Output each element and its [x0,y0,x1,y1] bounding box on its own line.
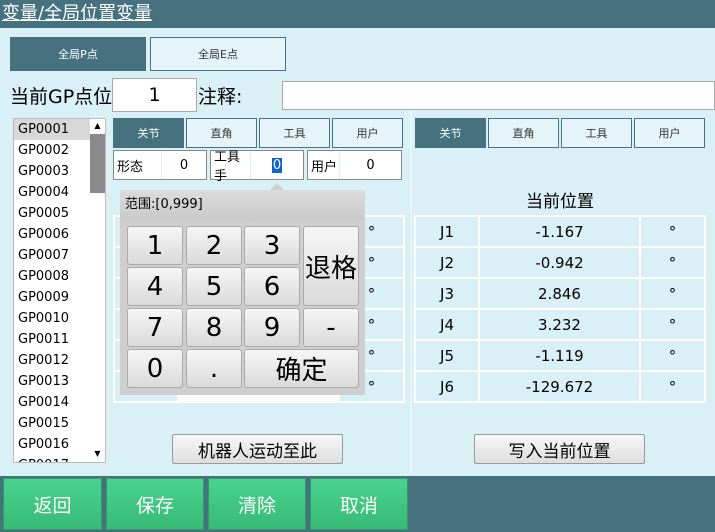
joint-label: J1 [414,215,480,248]
list-item[interactable]: GP0006 [14,224,90,245]
keypad-pointer [270,183,284,190]
numeric-keypad: 范围:[0,999] 1 2 3 4 5 6 7 8 9 0. 确定 退格 - [120,190,365,395]
joint-value: 2.846 [478,277,641,310]
list-item[interactable]: GP0011 [14,329,90,350]
tab-global-e[interactable]: 全局E点 [150,37,286,71]
unit: ° [639,277,706,310]
user-field[interactable]: 用户 0 [307,150,402,180]
clear-button[interactable]: 清除 [208,478,306,530]
tool-value[interactable]: 0 [251,151,303,179]
save-button[interactable]: 保存 [106,478,204,530]
key-confirm[interactable]: 确定 [244,349,359,388]
list-item[interactable]: GP0003 [14,161,90,182]
table-row: J3 2.846 ° [414,277,706,310]
point-label: 当前GP点位 [10,86,113,108]
key-7[interactable]: 7 [127,308,183,347]
key-9[interactable]: 9 [244,308,300,347]
tool-field[interactable]: 工具手 0 [210,150,304,184]
unit: ° [639,339,706,372]
form-label: 形态 [114,151,162,179]
user-value[interactable]: 0 [340,151,401,179]
key-8[interactable]: 8 [186,308,242,347]
list-item[interactable]: GP0002 [14,140,90,161]
right-tabs-2[interactable]: 工具 [561,118,632,148]
move-robot-here-button[interactable]: 机器人运动至此 [172,434,343,464]
list-item[interactable]: GP0014 [14,392,90,413]
current-position-table: J1 -1.167 ° J2 -0.942 ° J3 2.846 ° J4 3.232 ° J5 -1.1… [414,215,706,403]
joint-label: J4 [414,308,480,341]
joint-value: -1.119 [478,339,641,372]
joint-value: 3.232 [478,308,641,341]
key-minus[interactable]: - [303,308,359,347]
table-row: J4 3.232 ° [414,308,706,341]
user-label: 用户 [308,151,340,179]
key-4[interactable]: 4 [127,267,183,306]
scroll-up-icon[interactable]: ▲ [90,119,105,133]
list-item[interactable]: GP0005 [14,203,90,224]
right-tabs-0[interactable]: 关节 [415,118,486,148]
joint-value: -0.942 [478,246,641,279]
table-row: J5 -1.119 ° [414,339,706,372]
key-1[interactable]: 1 [127,226,183,265]
joint-label: J2 [414,246,480,279]
left-tabs-0[interactable]: 关节 [113,118,184,148]
window-title: 变量/全局位置变量 [0,0,715,28]
joint-label: J3 [414,277,480,310]
table-row: J6 -129.672 ° [414,370,706,403]
left-tabs-1[interactable]: 直角 [186,118,257,148]
cancel-button[interactable]: 取消 [310,478,408,530]
list-item[interactable]: GP0004 [14,182,90,203]
point-number-input[interactable]: 1 [112,78,197,112]
list-scrollbar[interactable]: ▲ ▼ [90,119,105,462]
table-row: J1 -1.167 ° [414,215,706,248]
list-item[interactable]: GP0013 [14,371,90,392]
right-tabs-3[interactable]: 用户 [634,118,705,148]
tool-value-selected: 0 [271,157,283,173]
joint-label: J5 [414,339,480,372]
back-button[interactable]: 返回 [3,478,102,530]
list-item[interactable]: GP0016 [14,434,90,455]
key-2[interactable]: 2 [186,226,242,265]
unit: ° [639,215,706,248]
current-position-title: 当前位置 [526,192,594,212]
scrollbar-thumb[interactable] [90,134,105,193]
write-current-position-button[interactable]: 写入当前位置 [474,434,645,464]
table-row: J2 -0.942 ° [414,246,706,279]
list-item[interactable]: GP0008 [14,266,90,287]
key-0[interactable]: 0 [127,349,183,388]
tab-global-p[interactable]: 全局P点 [10,37,146,71]
list-item[interactable]: GP0009 [14,287,90,308]
unit: ° [639,370,706,403]
list-item[interactable]: GP0007 [14,245,90,266]
joint-value: -1.167 [478,215,641,248]
scroll-down-icon[interactable]: ▼ [90,447,105,461]
left-tabs-2[interactable]: 工具 [259,118,330,148]
joint-value: -129.672 [478,370,641,403]
list-item[interactable]: GP0012 [14,350,90,371]
keypad-range: 范围:[0,999] [120,190,365,220]
list-item[interactable]: GP0010 [14,308,90,329]
comment-input[interactable] [282,81,715,110]
key-dot[interactable]: . [186,349,242,388]
unit: ° [639,308,706,341]
form-value[interactable]: 0 [162,151,206,179]
key-3[interactable]: 3 [244,226,300,265]
left-tabs-3[interactable]: 用户 [332,118,403,148]
list-item[interactable]: GP0015 [14,413,90,434]
panel-divider [410,110,412,474]
key-6[interactable]: 6 [244,267,300,306]
joint-label: J6 [414,370,480,403]
key-5[interactable]: 5 [186,267,242,306]
key-backspace[interactable]: 退格 [303,226,359,306]
comment-label: 注释: [198,86,243,108]
right-tabs-1[interactable]: 直角 [488,118,559,148]
tool-label: 工具手 [211,150,251,184]
form-field[interactable]: 形态 0 [113,150,207,180]
list-item[interactable]: GP0017 [14,455,90,462]
unit: ° [639,246,706,279]
list-item[interactable]: GP0001 [14,119,90,140]
